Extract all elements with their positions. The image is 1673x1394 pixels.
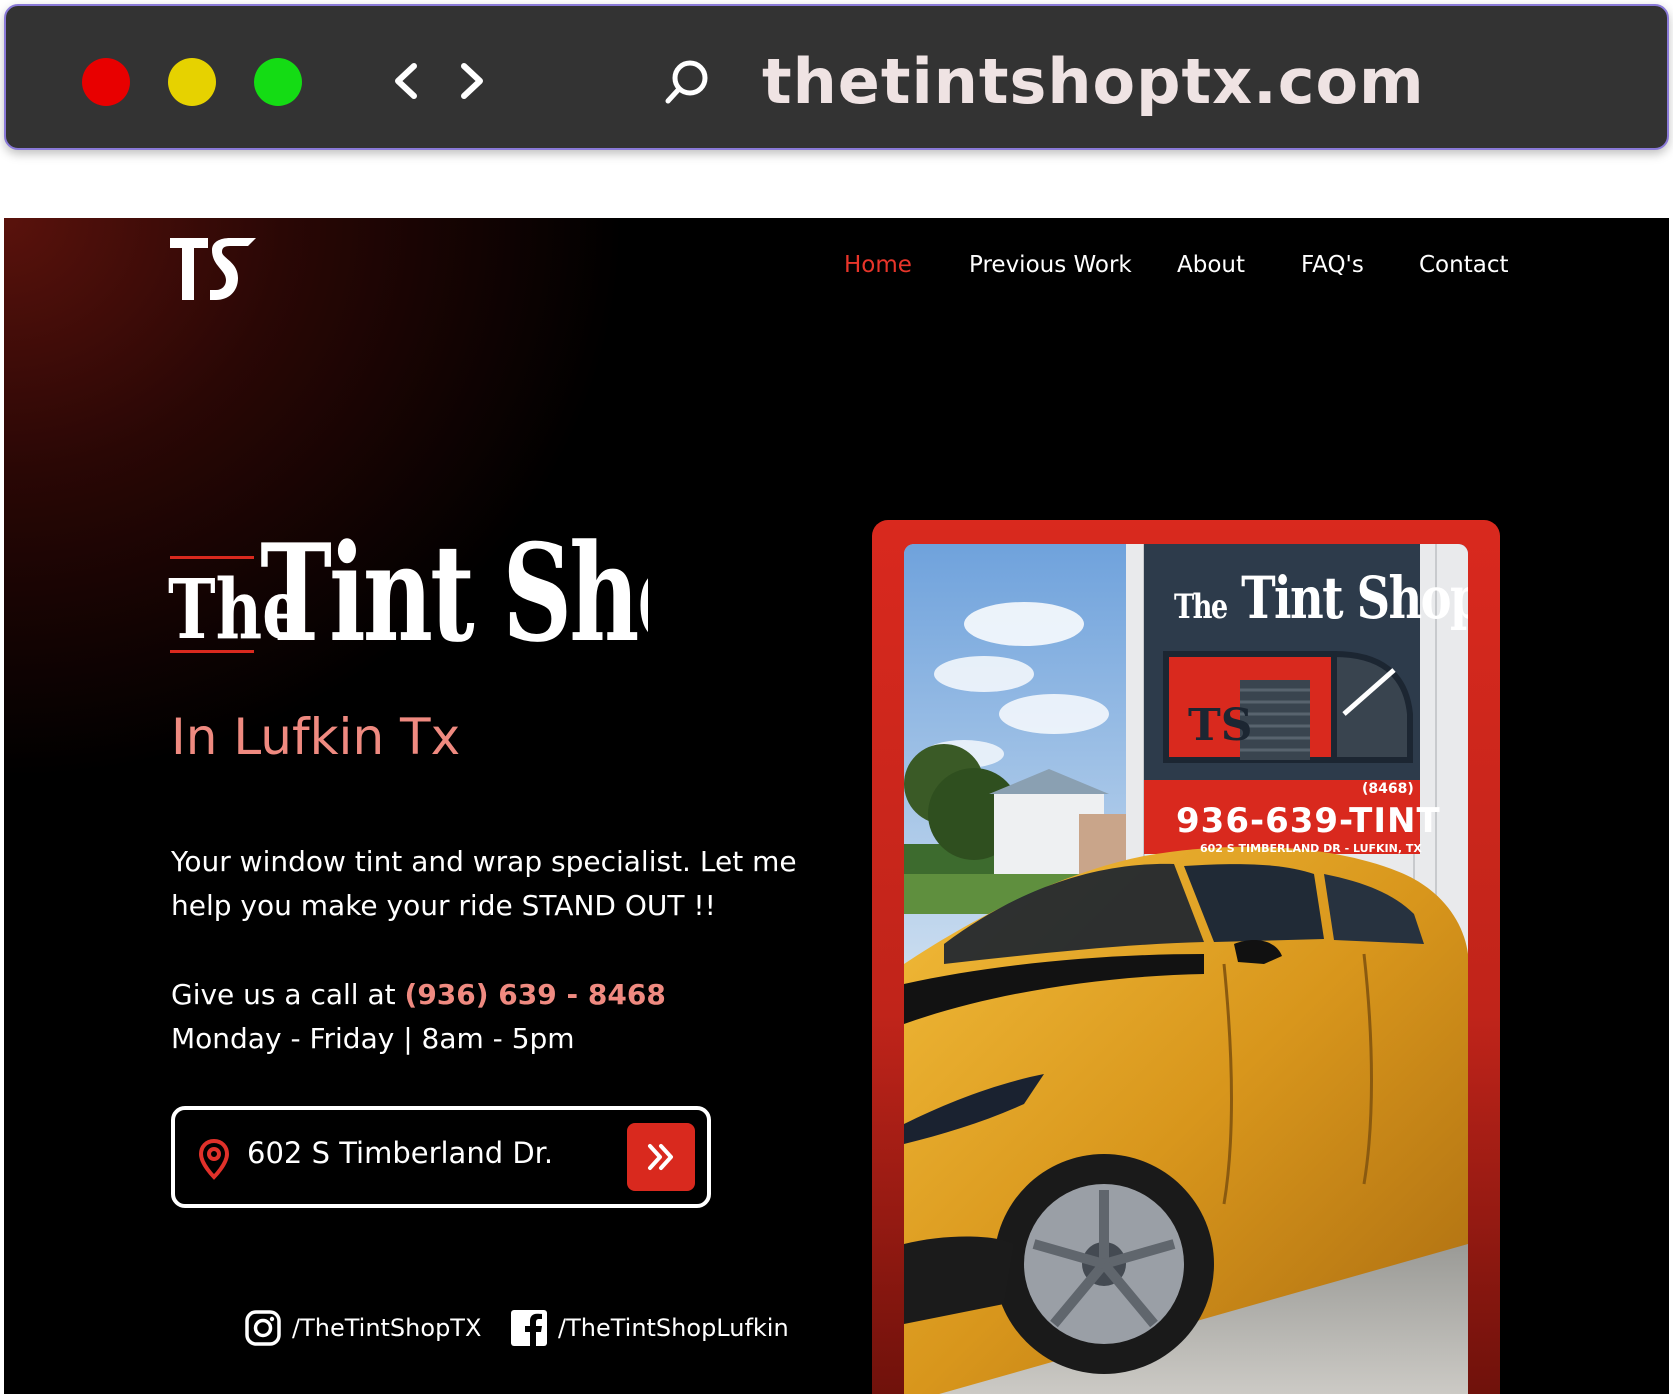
location-pin-icon <box>197 1138 231 1180</box>
facebook-icon <box>511 1310 547 1346</box>
the-tint-shop-logo: The Tint Shop <box>168 514 765 678</box>
hero-description: Your window tint and wrap specialist. Le… <box>171 845 797 922</box>
instagram-icon <box>245 1310 281 1346</box>
address-bar-url[interactable]: thetintshoptx.com <box>762 42 1425 122</box>
sign-title-rest: Tint Shop <box>1241 564 1468 632</box>
address-box: 602 S Timberland Dr. <box>171 1106 711 1208</box>
window-close-button[interactable] <box>82 58 130 106</box>
svg-text:TS: TS <box>1188 700 1253 751</box>
sign-extension: (8468) <box>1362 781 1414 797</box>
phone-link[interactable]: (936) 639 - 8468 <box>405 978 666 1011</box>
shop-photo-card: TS The Tint Shop (8468) 936-639-TINT 602… <box>872 520 1500 1394</box>
nav-about[interactable]: About <box>1177 252 1245 278</box>
browser-toolbar: thetintshoptx.com <box>4 4 1669 150</box>
instagram-link[interactable]: /TheTintShopTX <box>244 1306 481 1350</box>
directions-button[interactable] <box>627 1123 695 1191</box>
facebook-handle[interactable]: /TheTintShopLufkin <box>558 1314 789 1342</box>
window-maximize-button[interactable] <box>254 58 302 106</box>
nav-faqs[interactable]: FAQ's <box>1301 252 1364 278</box>
shop-photo: TS The Tint Shop (8468) 936-639-TINT 602… <box>904 544 1468 1394</box>
sign-address: 602 S TIMBERLAND DR - LUFKIN, TX <box>1200 842 1422 855</box>
sign-phone-number: 936-639-TINT <box>1176 801 1441 841</box>
nav-home[interactable]: Home <box>844 252 912 278</box>
double-chevron-right-icon <box>648 1144 673 1170</box>
call-prefix: Give us a call at <box>171 978 405 1011</box>
website-viewport: Home Previous Work About FAQ's Contact T… <box>4 218 1669 1394</box>
business-hours: Monday - Friday | 8am - 5pm <box>171 1022 575 1055</box>
shop-car-illustration: TS <box>904 544 1468 1394</box>
chevron-right-icon[interactable] <box>452 54 492 108</box>
hero-tagline: In Lufkin Tx <box>171 708 461 766</box>
main-nav: Home Previous Work About FAQ's Contact <box>4 252 1669 288</box>
search-icon[interactable] <box>662 56 712 106</box>
nav-previous-work[interactable]: Previous Work <box>969 252 1132 278</box>
call-line: Give us a call at (936) 639 - 8468 <box>171 973 666 1017</box>
window-minimize-button[interactable] <box>168 58 216 106</box>
chevron-left-icon[interactable] <box>386 54 426 108</box>
svg-text:Tint Shop: Tint Shop <box>260 518 648 672</box>
sign-title-the: The <box>1174 587 1228 627</box>
facebook-link[interactable]: /TheTintShopLufkin <box>510 1306 789 1350</box>
sign-title: The Tint Shop <box>1174 564 1468 632</box>
address-text: 602 S Timberland Dr. <box>247 1136 554 1170</box>
nav-contact[interactable]: Contact <box>1419 252 1508 278</box>
instagram-handle[interactable]: /TheTintShopTX <box>292 1314 481 1342</box>
